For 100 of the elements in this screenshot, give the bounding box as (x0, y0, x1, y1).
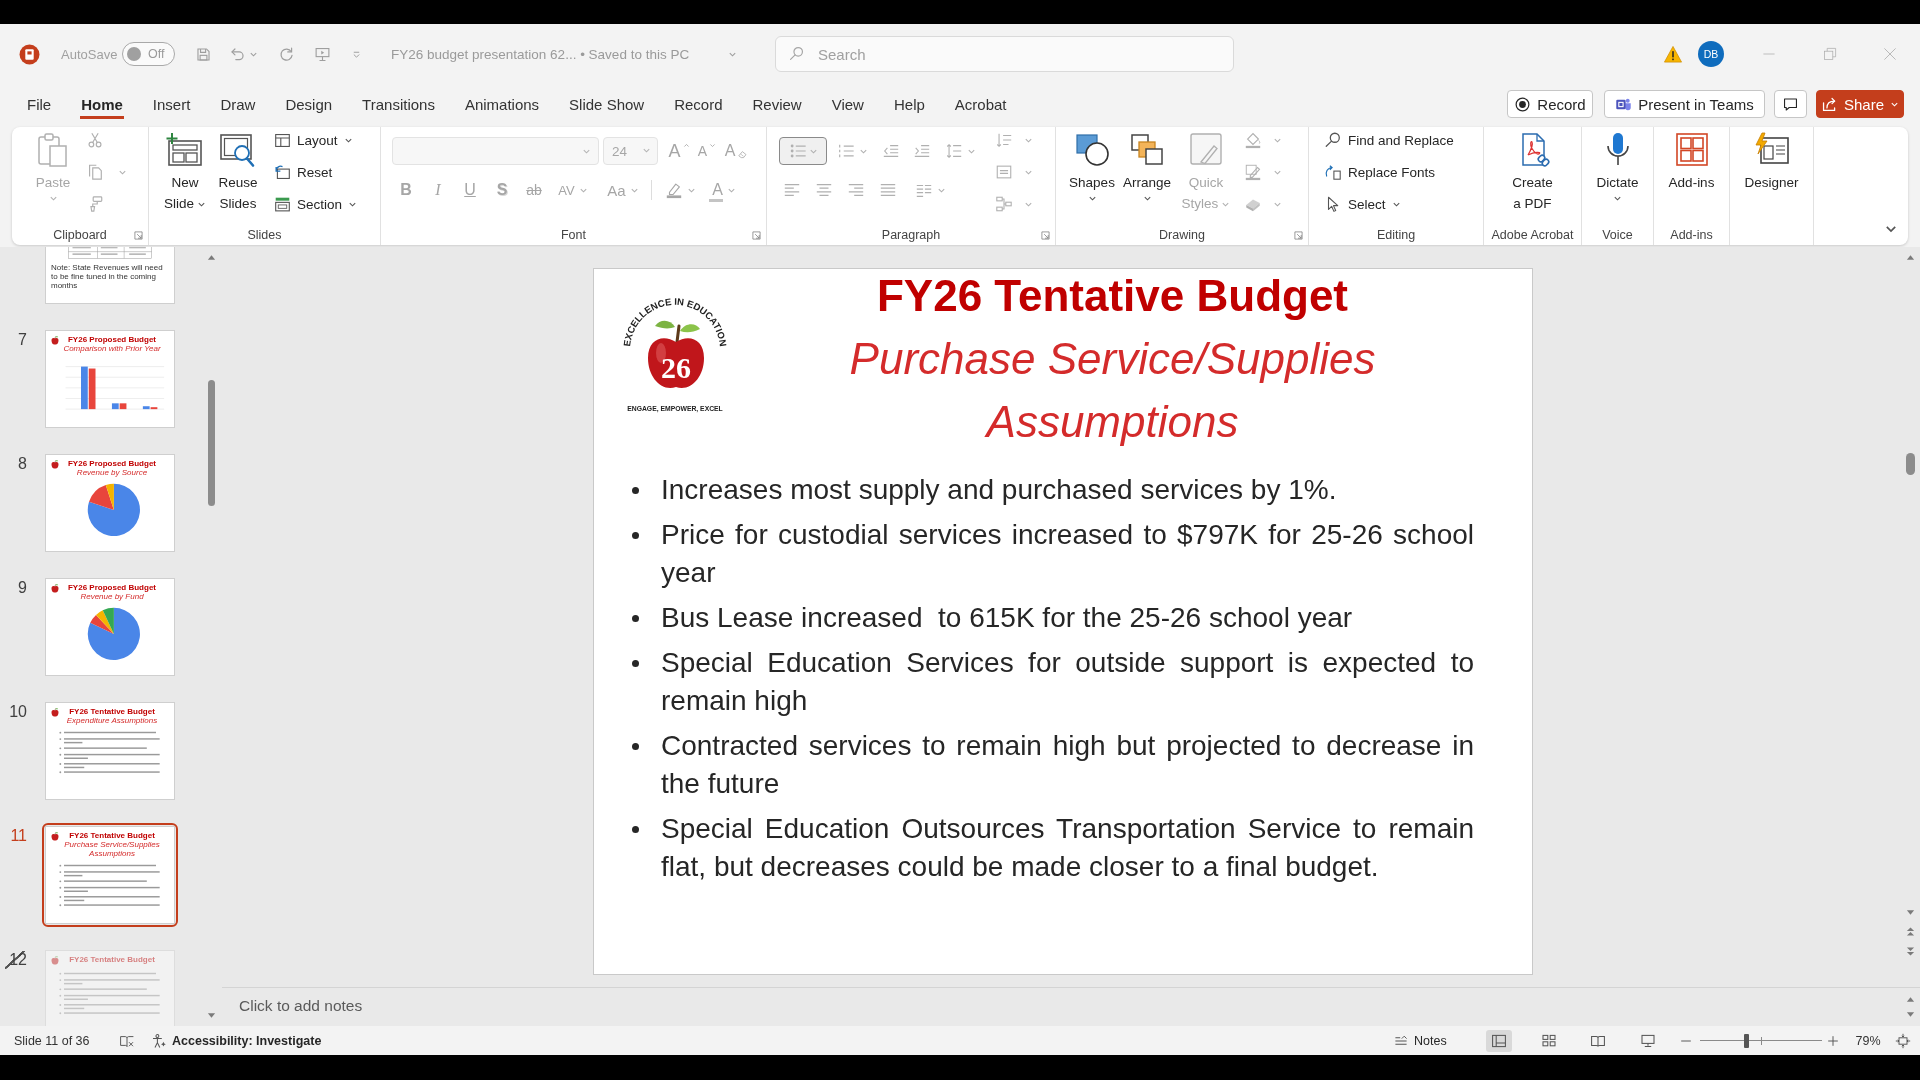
scrollbar-thumb[interactable] (207, 380, 215, 506)
slide-counter: Slide 11 of 36 (14, 1033, 91, 1048)
menu-tab[interactable]: Record (659, 84, 738, 124)
slide-title: FY26 Tentative Budget (876, 270, 1348, 322)
share-button[interactable]: Share (1816, 90, 1904, 118)
slide-thumbnail[interactable]: FY26 Proposed Budget Comparison with Prior Year (42, 327, 178, 431)
zoom-slider-thumb[interactable] (1744, 1033, 1750, 1048)
scrollbar-thumb[interactable] (1905, 453, 1915, 475)
align-right-icon[interactable] (847, 181, 865, 199)
copy-icon[interactable] (86, 163, 104, 181)
customize-icon[interactable] (352, 49, 361, 59)
numbered-list-icon[interactable] (837, 142, 855, 160)
shape-outline-icon[interactable] (1244, 163, 1262, 181)
slide-thumbnail[interactable]: FY26 Tentative Budget Purchase Service/Supplies Assumptions (42, 823, 178, 927)
replace-fonts-button[interactable]: Replace Fonts (1324, 160, 1454, 184)
scroll-down-icon[interactable] (206, 1012, 216, 1020)
menu-tab[interactable]: Help (878, 84, 940, 124)
add-ins-button[interactable]: Add-ins (1661, 132, 1722, 193)
next-slide-icon[interactable] (1905, 946, 1915, 957)
slide-thumbnail[interactable]: FY26 Proposed Budget Revenue by Fund (42, 575, 178, 679)
arrange-button[interactable]: Arrange (1120, 132, 1174, 203)
comment-icon (1782, 95, 1799, 113)
menu-tab[interactable]: Animations (449, 84, 555, 124)
menu-tab[interactable]: Design (270, 84, 348, 124)
menu-tab[interactable]: Acrobat (939, 84, 1022, 124)
shape-fill-icon[interactable] (1244, 131, 1262, 149)
group-label: Slides (247, 228, 282, 242)
caret-icon (1087, 194, 1097, 203)
designer-button[interactable]: Designer (1736, 132, 1807, 193)
create-pdf-button[interactable]: Create a PDF (1507, 132, 1558, 214)
previous-slide-icon[interactable] (1905, 926, 1915, 937)
dialog-launcher-icon[interactable] (1041, 230, 1050, 240)
cut-icon[interactable] (86, 131, 104, 149)
dialog-launcher-icon[interactable] (752, 230, 761, 240)
increase-indent-icon[interactable] (913, 142, 931, 160)
menu-tab[interactable]: Review (737, 84, 817, 124)
accessibility-button[interactable]: Accessibility: Investigate (151, 1028, 322, 1053)
slide-subtitle: Purchase Service/Supplies Assumptions (848, 333, 1377, 448)
shapes-button[interactable]: Shapes (1064, 132, 1120, 203)
save-icon[interactable] (195, 45, 212, 63)
notes-field[interactable]: Click to add notes (222, 988, 1900, 1026)
smartart-icon[interactable] (995, 195, 1013, 213)
new-slide-button[interactable]: New Slide (160, 132, 210, 214)
menu-tab[interactable]: Transitions (347, 84, 450, 124)
warning-icon[interactable] (1663, 44, 1683, 64)
line-spacing-icon[interactable] (945, 142, 963, 160)
scroll-down-icon[interactable] (1905, 909, 1915, 917)
menu-tab[interactable]: Insert (137, 84, 206, 124)
justify-icon[interactable] (879, 181, 897, 199)
scroll-up-icon[interactable] (1905, 995, 1915, 1003)
group-label: Voice (1602, 228, 1633, 242)
normal-view-button[interactable] (1486, 1029, 1512, 1052)
comments-button[interactable] (1774, 90, 1807, 118)
autosave-label: AutoSave (61, 46, 117, 62)
scroll-up-icon[interactable] (1905, 253, 1915, 261)
account-avatar[interactable]: DB (1698, 41, 1724, 67)
reset-button[interactable]: Reset (274, 160, 358, 184)
align-text-icon[interactable] (995, 163, 1013, 181)
dialog-launcher-icon[interactable] (1294, 230, 1303, 240)
redo-icon[interactable] (278, 45, 295, 63)
layout-icon (274, 131, 291, 149)
menu-tab[interactable]: View (816, 84, 879, 124)
undo-icon[interactable] (229, 45, 246, 63)
layout-button[interactable]: Layout (274, 128, 358, 152)
section-button[interactable]: Section (274, 192, 358, 216)
slide-thumbnail[interactable]: Note: State Revenues will need to be fine tuned in the coming months (42, 247, 178, 307)
slide-thumbnail[interactable]: FY26 Proposed Budget Revenue by Source (42, 451, 178, 555)
scroll-up-icon[interactable] (206, 253, 216, 261)
find-and-replace-button[interactable]: Find and Replace (1324, 128, 1454, 152)
dictate-button[interactable]: Dictate (1587, 132, 1648, 203)
group-label: Adobe Acrobat (1491, 228, 1574, 242)
present-in-teams-button[interactable]: Present in Teams (1604, 90, 1765, 118)
caret-icon[interactable] (642, 146, 651, 155)
restore-icon[interactable] (1823, 47, 1837, 61)
group-label: Add-ins (1670, 228, 1713, 242)
notes-button[interactable]: Notes (1393, 1028, 1453, 1053)
menu-tab[interactable]: Draw (205, 84, 271, 124)
thumbnail-subtitle: Expenditure Assumptions (65, 716, 159, 725)
reuse-slides-button[interactable]: Reuse Slides (214, 132, 262, 214)
align-center-icon[interactable] (815, 181, 833, 199)
menu-tab[interactable]: Slide Show (554, 84, 660, 124)
present-icon[interactable] (314, 45, 331, 63)
decrease-indent-icon[interactable] (882, 142, 900, 160)
bullet-text: Price for custodial services increased to $797K for 25-26 school year (661, 518, 1474, 590)
font-name-field[interactable] (392, 137, 599, 165)
close-icon[interactable] (1883, 47, 1897, 61)
text-direction-icon[interactable] (995, 131, 1013, 149)
slide-thumbnail[interactable]: FY26 Tentative Budget Expenditure Assumptions (42, 699, 178, 803)
slide-canvas[interactable] (593, 268, 1533, 975)
dialog-launcher-icon[interactable] (134, 230, 143, 240)
fit-slide-icon[interactable] (1895, 1032, 1911, 1049)
apple-icon (50, 831, 60, 842)
search-field[interactable]: Search (775, 36, 1234, 72)
select-button[interactable]: Select (1324, 192, 1454, 216)
record-button[interactable]: Record (1507, 90, 1593, 118)
scroll-down-icon[interactable] (1905, 1011, 1915, 1019)
zoom-level[interactable]: 79% (1853, 1033, 1883, 1048)
menu-tab[interactable]: File (12, 84, 67, 124)
align-left-icon[interactable] (783, 181, 801, 199)
bullet-icon (632, 532, 639, 539)
